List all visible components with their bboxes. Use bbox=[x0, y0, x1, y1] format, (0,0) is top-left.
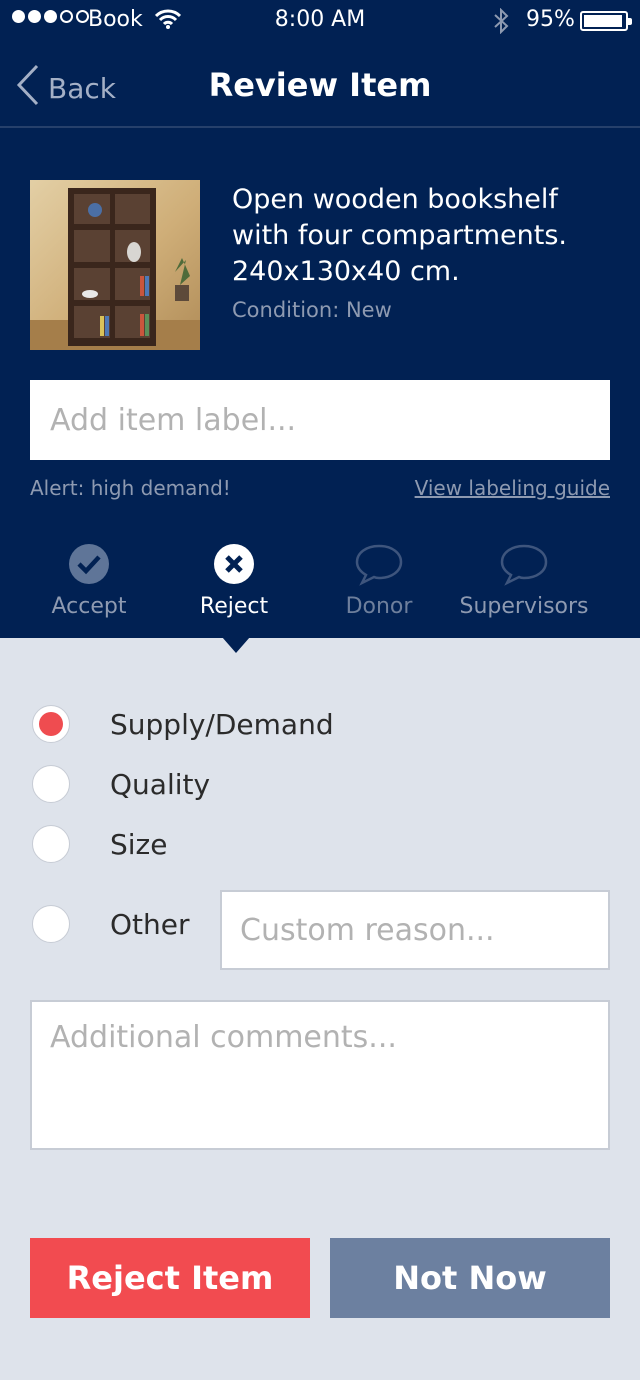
tab-supervisors-label: Supervisors bbox=[459, 594, 589, 619]
reason-label: Quality bbox=[110, 767, 211, 801]
tab-donor[interactable]: Donor bbox=[304, 542, 454, 619]
item-label-input[interactable] bbox=[30, 380, 610, 460]
page-title: Review Item bbox=[208, 66, 432, 104]
tab-reject[interactable]: Reject bbox=[159, 542, 309, 619]
item-description: Open wooden bookshelf with four compartm… bbox=[232, 184, 567, 287]
reason-size[interactable]: Size bbox=[32, 825, 167, 863]
reason-label: Size bbox=[110, 827, 168, 861]
bookshelf-photo-icon bbox=[30, 188, 200, 350]
additional-comments-field[interactable] bbox=[30, 1000, 610, 1150]
tab-supervisors[interactable]: Supervisors bbox=[449, 542, 599, 619]
status-bar: Book 8:00 AM 95% bbox=[0, 0, 640, 42]
tab-donor-label: Donor bbox=[345, 594, 413, 619]
custom-reason-input[interactable] bbox=[220, 890, 610, 970]
battery-percent: 95% bbox=[526, 7, 575, 32]
item-condition: Condition: New bbox=[232, 298, 392, 322]
reject-item-button[interactable]: Reject Item bbox=[30, 1238, 310, 1318]
bluetooth-icon bbox=[492, 7, 510, 40]
reason-label: Supply/Demand bbox=[110, 707, 334, 741]
battery-icon bbox=[580, 11, 632, 31]
alert-text: Alert: high demand! bbox=[30, 476, 231, 500]
navigation-bar: Back Review Item bbox=[0, 44, 640, 128]
item-photo bbox=[30, 180, 200, 350]
x-circle-icon bbox=[159, 542, 309, 586]
radio-other[interactable] bbox=[32, 905, 70, 943]
speech-bubble-icon bbox=[304, 542, 454, 586]
header-panel: Book 8:00 AM 95% Back Review Item Open w… bbox=[0, 0, 640, 638]
tab-accept[interactable]: Accept bbox=[14, 542, 164, 619]
reason-quality[interactable]: Quality bbox=[32, 765, 210, 803]
reason-supply-demand[interactable]: Supply/Demand bbox=[32, 705, 334, 743]
not-now-button[interactable]: Not Now bbox=[330, 1238, 610, 1318]
tab-reject-label: Reject bbox=[199, 594, 269, 619]
speech-bubble-icon bbox=[449, 542, 599, 586]
labeling-guide-link[interactable]: View labeling guide bbox=[415, 476, 610, 500]
reason-label: Other bbox=[110, 907, 190, 941]
radio-size[interactable] bbox=[32, 825, 70, 863]
reason-other[interactable]: Other bbox=[32, 905, 190, 943]
tab-accept-label: Accept bbox=[51, 594, 127, 619]
radio-quality[interactable] bbox=[32, 765, 70, 803]
active-tab-pointer bbox=[222, 637, 250, 653]
checkmark-circle-icon bbox=[14, 542, 164, 586]
radio-supply-demand[interactable] bbox=[32, 705, 70, 743]
